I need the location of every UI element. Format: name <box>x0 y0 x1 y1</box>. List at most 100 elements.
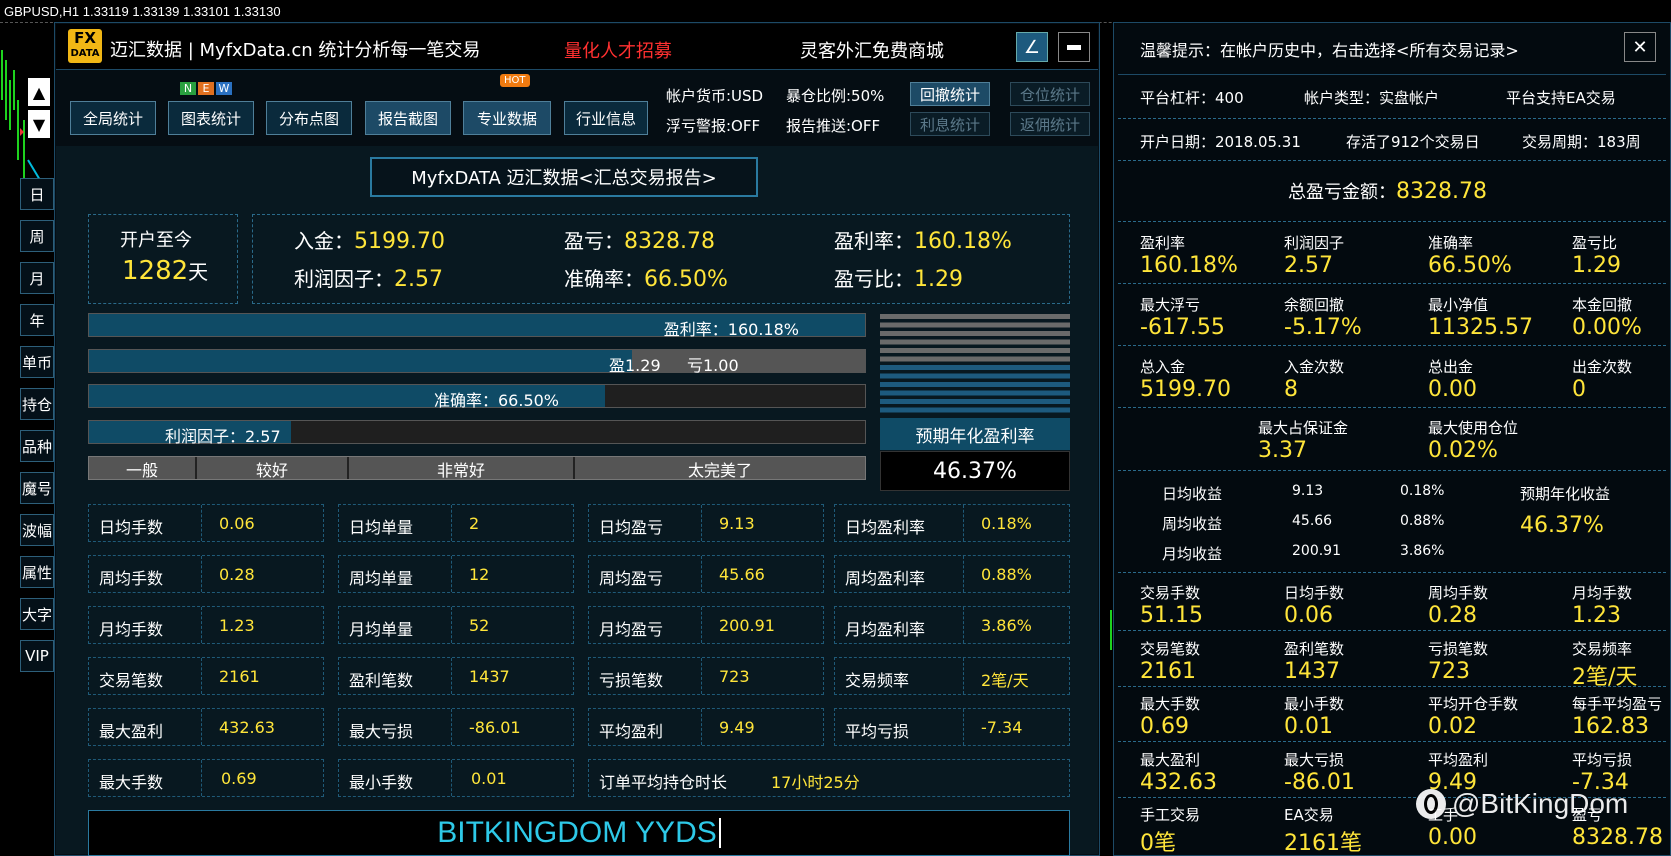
annual-value: 46.37% <box>880 451 1070 491</box>
drawdown-stats-button[interactable]: 回撤统计 <box>910 82 990 106</box>
tab-3[interactable]: 报告截图 <box>365 101 451 135</box>
report-title: MyfxDATA 迈汇数据<汇总交易报告> <box>370 157 758 197</box>
stat-value: 723 <box>719 667 750 686</box>
right-sep <box>1118 630 1666 631</box>
win-bar-text: 盈1.29 <box>609 356 661 375</box>
side-button-10[interactable]: 大字 <box>20 598 54 630</box>
right-sep <box>1118 741 1666 742</box>
side-button-0[interactable]: 日 <box>20 178 54 210</box>
right-value: 162.83 <box>1572 714 1649 739</box>
stat-label: 日均单量 <box>349 518 414 537</box>
income-value: 45.66 <box>1292 513 1333 529</box>
stat-value: 432.63 <box>219 718 275 737</box>
tab-0[interactable]: 全局统计 <box>70 101 156 135</box>
float-alert[interactable]: 浮亏警报:OFF <box>666 115 760 136</box>
right-sep <box>1118 686 1666 687</box>
right-value: 2161 <box>1140 659 1196 684</box>
win-loss-bar: 盈1.29 亏1.00 <box>88 349 866 375</box>
ratio-item: 盈亏比：1.29 <box>834 267 963 292</box>
gauge-stripe <box>880 399 1070 404</box>
right-value: 1.29 <box>1572 253 1621 278</box>
right-value: 0.00 <box>1428 825 1477 850</box>
loss-bar-text: 亏1.00 <box>687 356 739 375</box>
right-label: 总出金 <box>1428 358 1474 376</box>
right-label: 入金次数 <box>1284 358 1345 376</box>
angle-button[interactable]: ∠ <box>1016 32 1048 62</box>
stat-value: 9.13 <box>719 514 755 533</box>
annual-gauge <box>880 312 1070 416</box>
side-button-7[interactable]: 魔号 <box>20 472 54 504</box>
stat-cell: 交易笔数 2161 <box>88 657 324 695</box>
right-value: 0.02 <box>1428 714 1477 739</box>
right-label: 最小净值 <box>1428 296 1489 314</box>
scroll-up-button[interactable]: ▲ <box>28 78 50 106</box>
side-button-8[interactable]: 波幅 <box>20 514 54 546</box>
close-button[interactable]: ✕ <box>1624 32 1656 62</box>
income-value: 0.88% <box>1400 513 1445 529</box>
trade-cycle: 交易周期：183周 <box>1522 133 1641 151</box>
chart-title: GBPUSD,H1 1.33119 1.33139 1.33101 1.3313… <box>4 4 281 19</box>
stat-label: 平均盈利 <box>599 722 664 741</box>
right-value: 0.06 <box>1284 603 1333 628</box>
new-badge: N E W <box>180 82 232 95</box>
brand-title: 迈汇数据 | MyfxData.cn 统计分析每一笔交易 <box>110 40 481 61</box>
rating-scale: 一般 较好 非常好 太完美了 <box>88 456 866 480</box>
gauge-stripe <box>880 331 1070 336</box>
right-label: 日均手数 <box>1284 584 1345 602</box>
right-label: 总入金 <box>1140 358 1186 376</box>
last-row-hold-time: 订单平均持仓时长 17小时25分 <box>588 759 1070 797</box>
last-row-max-lots: 最大手数 0.69 <box>88 759 324 797</box>
stat-label: 周均盈亏 <box>599 569 664 588</box>
stat-label: 日均手数 <box>99 518 164 537</box>
stat-cell: 月均盈利率 3.86% <box>834 606 1070 644</box>
side-button-4[interactable]: 单币 <box>20 346 54 378</box>
recruit-link[interactable]: 量化人才招募 <box>564 37 672 63</box>
rebate-stats-button[interactable]: 返佣统计 <box>1010 112 1090 136</box>
right-sep <box>1118 407 1666 408</box>
position-stats-button[interactable]: 仓位统计 <box>1010 82 1090 106</box>
income-label: 日均收益 <box>1162 485 1223 503</box>
mall-link[interactable]: 灵客外汇免费商城 <box>800 37 944 63</box>
side-button-3[interactable]: 年 <box>20 304 54 336</box>
side-button-6[interactable]: 品种 <box>20 430 54 462</box>
right-label: 最大使用仓位 <box>1428 419 1519 437</box>
interest-stats-button[interactable]: 利息统计 <box>910 112 990 136</box>
stat-cell: 交易频率 2笔/天 <box>834 657 1070 695</box>
right-label: 平均盈利 <box>1428 751 1489 769</box>
tab-5[interactable]: 行业信息 <box>564 101 648 135</box>
scroll-down-button[interactable]: ▼ <box>28 110 50 138</box>
tab-4[interactable]: 专业数据 <box>463 101 551 135</box>
side-button-2[interactable]: 月 <box>20 262 54 294</box>
days-unit: 天 <box>188 260 209 284</box>
stat-cell: 日均手数 0.06 <box>88 504 324 542</box>
stat-label: 周均盈利率 <box>845 569 926 588</box>
accuracy-bar: 准确率：66.50% <box>88 384 866 410</box>
right-sep <box>1118 345 1666 346</box>
right-label: 亏损笔数 <box>1428 640 1489 658</box>
pf-item: 利润因子：2.57 <box>294 267 443 292</box>
side-button-5[interactable]: 持仓 <box>20 388 54 420</box>
tab-2[interactable]: 分布点图 <box>266 101 352 135</box>
income-value: 200.91 <box>1292 543 1341 559</box>
income-value: 3.86% <box>1400 543 1445 559</box>
minimize-button[interactable] <box>1058 32 1090 62</box>
right-label: 最大手数 <box>1140 695 1201 713</box>
stat-cell: 平均亏损 -7.34 <box>834 708 1070 746</box>
stat-cell: 亏损笔数 723 <box>588 657 824 695</box>
side-button-9[interactable]: 属性 <box>20 556 54 588</box>
right-value: 8328.78 <box>1572 825 1663 850</box>
right-label: 余额回撤 <box>1284 296 1345 314</box>
right-label: 盈利率 <box>1140 234 1186 252</box>
gauge-stripe <box>880 407 1070 413</box>
right-value: -5.17% <box>1284 315 1362 340</box>
tab-1[interactable]: 图表统计 <box>168 101 254 135</box>
gauge-stripe <box>880 339 1070 345</box>
right-value: -617.55 <box>1140 315 1225 340</box>
stat-cell: 月均单量 52 <box>338 606 574 644</box>
report-push[interactable]: 报告推送:OFF <box>786 115 880 136</box>
survived-days: 存活了912个交易日 <box>1346 133 1480 151</box>
side-button-1[interactable]: 周 <box>20 220 54 252</box>
right-label: 月均手数 <box>1572 584 1633 602</box>
side-button-11[interactable]: VIP <box>20 640 54 672</box>
stat-label: 月均盈利率 <box>845 620 926 639</box>
